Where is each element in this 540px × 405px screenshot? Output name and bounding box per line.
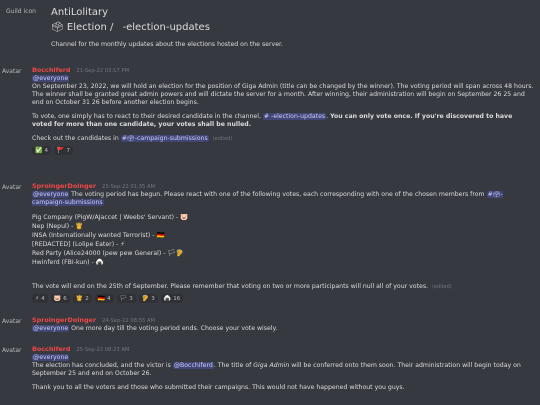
message-text: On September 23, 2022, we will hold an e… bbox=[32, 83, 534, 106]
author-name[interactable]: SproingerDoinger bbox=[32, 316, 96, 324]
reaction[interactable]: 🍙 16 bbox=[160, 294, 184, 303]
message-text: The vote will end on the 25th of Septemb… bbox=[32, 283, 452, 290]
everyone-mention[interactable]: @everyone bbox=[32, 75, 70, 82]
pig-icon: 🐷 bbox=[53, 294, 62, 302]
reaction[interactable]: 🦻 3 bbox=[138, 294, 158, 303]
guild-name: AntiLolitary bbox=[51, 7, 109, 18]
avatar[interactable]: Avatar bbox=[2, 184, 32, 192]
reaction[interactable]: 🇩🇪 4 bbox=[94, 294, 114, 303]
reaction-bar: ✅ 4 🚩 7 bbox=[32, 146, 534, 155]
user-mention[interactable]: @Bocchiferd bbox=[172, 362, 214, 369]
guild-icon[interactable]: Guild icon bbox=[6, 8, 46, 18]
avatar[interactable]: Avatar bbox=[2, 68, 32, 76]
channel-link[interactable]: #🗳-campaign-submissions bbox=[120, 135, 209, 142]
timestamp: 25-Sep-22 08:23 AM bbox=[76, 347, 130, 353]
italic-title: Giga Admin bbox=[253, 362, 290, 369]
timestamp: 23-Sep-22 01:35 AM bbox=[101, 184, 155, 190]
reaction-bar: ⚡ 4 🐷 6 👸 2 🇩🇪 4 🏳 3 🦻 3 🍙 16 bbox=[32, 294, 534, 303]
check-emoji-icon: ✅ bbox=[35, 146, 43, 154]
everyone-mention[interactable]: @everyone bbox=[32, 354, 70, 361]
reaction[interactable]: 🏳 3 bbox=[116, 294, 136, 303]
message-text: @everyone The voting period has begun. P… bbox=[32, 191, 503, 206]
candidate-line: Nep (Nepul) - 👸 bbox=[32, 222, 84, 230]
candidate-line: [REDACTED] (Lolipe Eater) - ⚡ bbox=[32, 240, 125, 248]
rice-ball-icon: 🍙 bbox=[95, 258, 104, 266]
author-name[interactable]: Bocchiferd bbox=[32, 66, 70, 74]
reaction[interactable]: ✅ 4 bbox=[32, 146, 51, 155]
channel-title: 🗳 Election / -election-updates bbox=[51, 22, 210, 33]
candidate-line: Hwinferd (FBI-kun) - 🍙 bbox=[32, 258, 104, 266]
message-text: To vote, one simply has to react to thei… bbox=[32, 113, 513, 128]
pig-icon: 🐷 bbox=[180, 213, 189, 221]
germany-flag-icon: 🇩🇪 bbox=[97, 294, 106, 302]
princess-icon: 👸 bbox=[75, 222, 84, 230]
princess-icon: 👸 bbox=[75, 294, 84, 302]
channel-link[interactable]: # -election-updates bbox=[262, 113, 327, 120]
timestamp: 21-Sep-22 03:17 PM bbox=[76, 68, 129, 74]
message-text: Check out the candidates in #🗳-campaign-… bbox=[32, 135, 233, 142]
message-text: @everyone One more day till the voting p… bbox=[32, 325, 278, 332]
rice-ball-icon: 🍙 bbox=[163, 294, 172, 302]
reaction[interactable]: ⚡ 4 bbox=[32, 294, 48, 303]
candidate-line: INSA (Internationally wanted Terrorist) … bbox=[32, 231, 165, 239]
edited-label: (edited) bbox=[212, 136, 233, 142]
channel-category: 🗳 Election / bbox=[51, 22, 114, 33]
everyone-mention[interactable]: @everyone bbox=[32, 325, 70, 332]
candidate-line: Red Party (Alice24000 (pew pew General) … bbox=[32, 249, 184, 257]
germany-flag-icon: 🇩🇪 bbox=[156, 231, 165, 239]
lightning-icon: ⚡ bbox=[35, 294, 40, 302]
reaction[interactable]: 🐷 6 bbox=[50, 294, 70, 303]
edited-label: (edited) bbox=[432, 284, 452, 290]
channel-header: Guild icon AntiLolitary 🗳 Election / -el… bbox=[0, 0, 540, 56]
avatar[interactable]: Avatar bbox=[2, 347, 32, 355]
reaction[interactable]: 🚩 7 bbox=[53, 146, 73, 155]
candidate-line: Pig Company (PigW/AJaccet | Weebs' Serva… bbox=[32, 213, 189, 221]
candidate-list: Pig Company (PigW/AJaccet | Weebs' Serva… bbox=[32, 213, 534, 267]
message-text: The election has concluded, and the vict… bbox=[32, 362, 521, 377]
flag-emoji-icon: 🚩 bbox=[56, 146, 65, 154]
flag-icon: 🏳🦻 bbox=[167, 249, 184, 257]
flag-icon: 🏳 bbox=[119, 294, 128, 302]
author-name[interactable]: Bocchiferd bbox=[32, 345, 70, 353]
ear-icon: 🦻 bbox=[141, 294, 150, 302]
channel-name: -election-updates bbox=[122, 22, 210, 33]
message-text: Thank you to all the voters and those wh… bbox=[32, 384, 405, 391]
channel-topic: Channel for the monthly updates about th… bbox=[51, 41, 283, 48]
timestamp: 24-Sep-22 08:55 AM bbox=[101, 318, 155, 324]
author-name[interactable]: SproingerDoinger bbox=[32, 182, 96, 190]
reaction[interactable]: 👸 2 bbox=[72, 294, 92, 303]
everyone-mention[interactable]: @everyone bbox=[32, 191, 70, 198]
lightning-icon: ⚡ bbox=[120, 240, 125, 248]
avatar[interactable]: Avatar bbox=[2, 318, 32, 326]
